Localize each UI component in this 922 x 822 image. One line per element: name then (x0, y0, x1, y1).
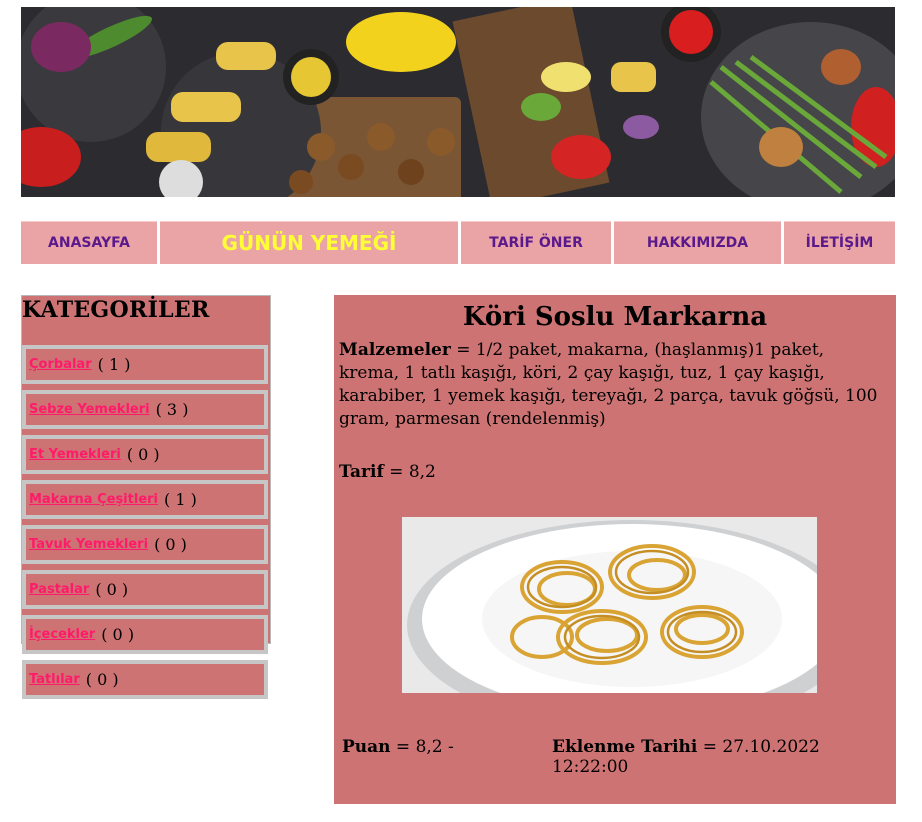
category-count: ( 0 ) (85, 670, 119, 689)
category-link-drinks[interactable]: İçecekler (29, 627, 95, 642)
categories-list: Çorbalar ( 1 ) Sebze Yemekleri ( 3 ) Et … (22, 345, 270, 705)
date-label: Eklenme Tarihi (552, 737, 698, 757)
category-count: ( 0 ) (154, 535, 187, 554)
category-item: Makarna Çeşitleri ( 1 ) (22, 480, 268, 519)
main-nav: ANASAYFA GÜNÜN YEMEĞİ TARİF ÖNER HAKKIMI… (21, 221, 895, 265)
category-count: ( 0 ) (95, 580, 129, 599)
puan-value: = 8,2 - (390, 737, 454, 757)
category-item: Çorbalar ( 1 ) (22, 345, 268, 384)
categories-panel: KATEGORİLER Çorbalar ( 1 ) Sebze Yemekle… (21, 295, 271, 699)
recipe-title: Köri Soslu Markarna (462, 302, 768, 332)
category-item: Pastalar ( 0 ) (22, 570, 268, 609)
tarif-label: Tarif (339, 462, 384, 482)
recipe-ingredients: Malzemeler = 1/2 paket, makarna, (haşlan… (339, 339, 887, 431)
recipe-photo (402, 517, 817, 693)
category-link-vegetables[interactable]: Sebze Yemekleri (29, 402, 150, 417)
categories-title: KATEGORİLER (22, 297, 210, 323)
category-item: Et Yemekleri ( 0 ) (22, 435, 268, 474)
category-item: Tavuk Yemekleri ( 0 ) (22, 525, 268, 564)
nav-suggest-recipe[interactable]: TARİF ÖNER (461, 221, 611, 264)
category-count: ( 3 ) (155, 400, 189, 419)
category-count: ( 0 ) (101, 625, 135, 644)
category-link-meat[interactable]: Et Yemekleri (29, 447, 121, 462)
category-link-pasta[interactable]: Makarna Çeşitleri (29, 492, 158, 507)
recipe-panel: Köri Soslu Markarna Malzemeler = 1/2 pak… (334, 295, 896, 804)
category-item: İçecekler ( 0 ) (22, 615, 268, 654)
nav-about[interactable]: HAKKIMIZDA (614, 221, 781, 264)
puan-label: Puan (342, 737, 391, 757)
nav-contact[interactable]: İLETİŞİM (784, 221, 895, 264)
category-link-desserts[interactable]: Tatlılar (29, 672, 80, 687)
category-link-soups[interactable]: Çorbalar (29, 357, 92, 372)
category-link-cakes[interactable]: Pastalar (29, 582, 89, 597)
header-banner-image (21, 7, 895, 197)
recipe-instructions: Tarif = 8,2 (339, 462, 436, 482)
category-count: ( 1 ) (97, 355, 131, 374)
category-link-chicken[interactable]: Tavuk Yemekleri (29, 537, 148, 552)
category-count: ( 1 ) (164, 490, 197, 509)
ingredients-label: Malzemeler (339, 340, 451, 360)
category-count: ( 0 ) (126, 445, 160, 464)
date-block: Eklenme Tarihi = 27.10.2022 12:22:00 (552, 737, 892, 777)
recipe-footer: Puan = 8,2 - Eklenme Tarihi = 27.10.2022… (342, 737, 892, 777)
category-item: Tatlılar ( 0 ) (22, 660, 268, 699)
puan-block: Puan = 8,2 - (342, 737, 454, 757)
tarif-value: = 8,2 (383, 462, 436, 482)
nav-home[interactable]: ANASAYFA (21, 221, 157, 264)
nav-dish-of-the-day[interactable]: GÜNÜN YEMEĞİ (160, 221, 458, 264)
category-item: Sebze Yemekleri ( 3 ) (22, 390, 268, 429)
